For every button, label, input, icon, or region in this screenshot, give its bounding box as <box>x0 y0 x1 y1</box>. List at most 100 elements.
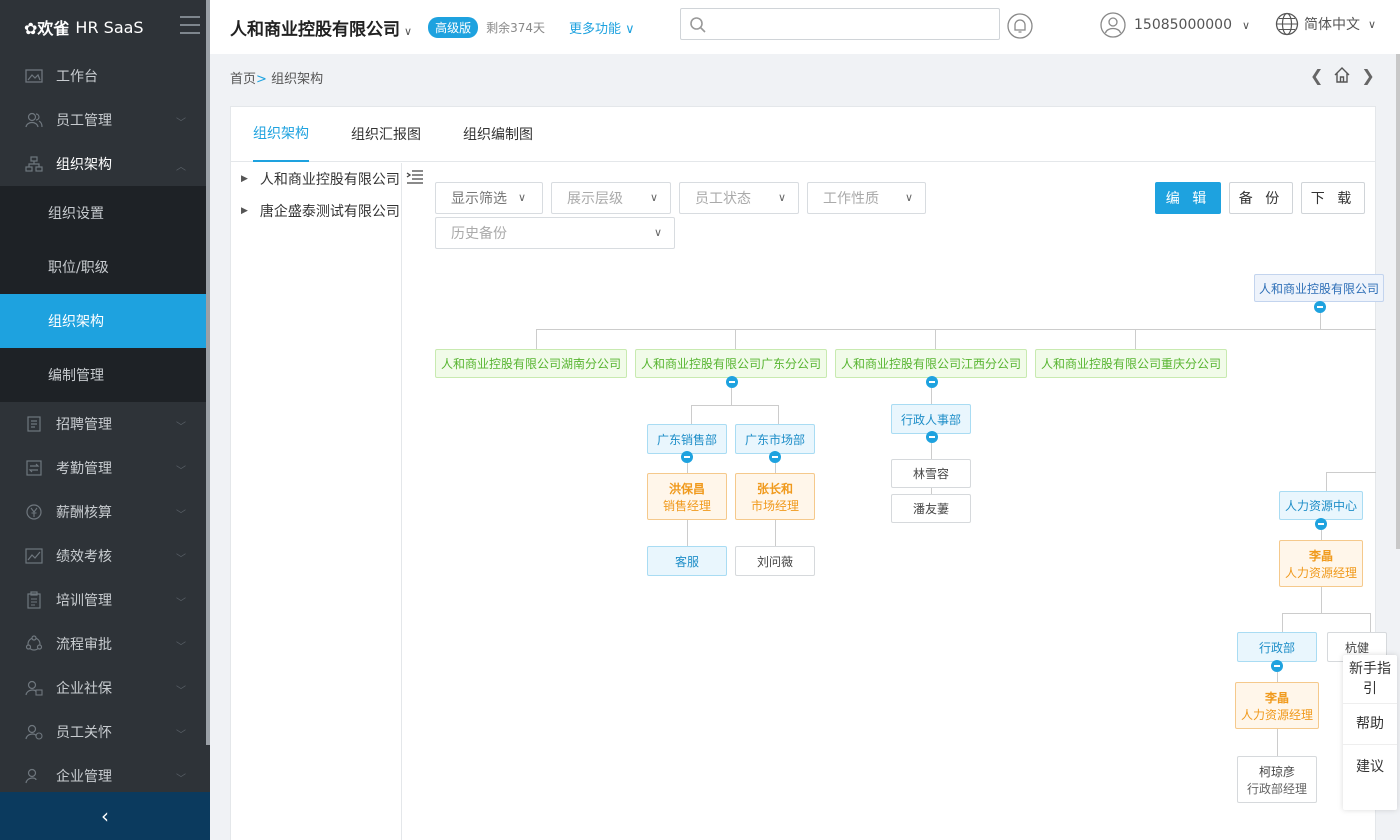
sidebar-item-attendance[interactable]: 考勤管理 ﹀ <box>0 446 206 490</box>
employee-status-select[interactable]: 员工状态 ∨ <box>679 182 799 214</box>
sidebar-subitem-staffing[interactable]: 编制管理 <box>0 348 206 402</box>
sidebar-item-label: 薪酬核算 <box>56 505 112 521</box>
help-button[interactable]: 帮助 <box>1343 704 1397 745</box>
caret-right-icon: ▶ <box>241 174 248 184</box>
search-input[interactable] <box>680 8 1000 40</box>
app-root: ✿欢雀 HR SaaS 工作台 员工管理 ﹀ 组织架构 ︿ 组织设置 职位/职级 <box>0 0 1400 840</box>
org-tree: ▶ 人和商业控股有限公司 ▶ 唐企盛泰测试有限公司 <box>231 163 402 840</box>
sidebar-item-org[interactable]: 组织架构 ︿ <box>0 142 206 186</box>
sidebar-item-label: 企业管理 <box>56 769 112 785</box>
org-node-manager[interactable]: 李晶 人力资源经理 <box>1235 682 1319 729</box>
sidebar-item-recruit[interactable]: 招聘管理 ﹀ <box>0 402 206 446</box>
beginner-guide-button[interactable]: 新手指引 <box>1343 655 1397 704</box>
sidebar-subitem-positions[interactable]: 职位/职级 <box>0 240 206 294</box>
collapse-node-icon[interactable] <box>926 431 938 443</box>
collapse-node-icon[interactable] <box>769 451 781 463</box>
sidebar-item-training[interactable]: 培训管理 ﹀ <box>0 578 206 622</box>
more-features-link[interactable]: 更多功能 ∨ <box>569 18 635 37</box>
sidebar-item-label: 绩效考核 <box>56 549 112 565</box>
chevron-right-icon[interactable]: ❯ <box>1361 66 1374 88</box>
backup-button[interactable]: 备 份 <box>1229 182 1293 214</box>
org-node-person[interactable]: 柯琼彦 行政部经理 <box>1237 756 1317 803</box>
sidebar-item-employee[interactable]: 员工管理 ﹀ <box>0 98 206 142</box>
content-scrollbar[interactable] <box>1396 54 1400 549</box>
person-name: 柯琼彦 <box>1258 764 1295 779</box>
sidebar-item-social[interactable]: 企业社保 ﹀ <box>0 666 206 710</box>
breadcrumb-home[interactable]: 首页 <box>230 72 256 87</box>
sidebar-subitem-org-structure[interactable]: 组织架构 <box>0 294 206 348</box>
chevron-left-icon[interactable]: ❮ <box>1310 66 1323 88</box>
display-level-select[interactable]: 展示层级 ∨ <box>551 182 671 214</box>
collapse-node-icon[interactable] <box>681 451 693 463</box>
sidebar-item-label: 组织架构 <box>56 157 112 173</box>
brand-logo[interactable]: ✿欢雀 HR SaaS <box>0 0 210 54</box>
sidebar-item-label: 员工关怀 <box>56 725 112 741</box>
history-backup-select[interactable]: 历史备份 ∨ <box>435 217 675 249</box>
chevron-down-icon: ﹀ <box>176 466 186 477</box>
download-button[interactable]: 下 载 <box>1301 182 1365 214</box>
indent-toggle-icon[interactable] <box>406 169 424 188</box>
tab-org-staffing[interactable]: 组织编制图 <box>463 107 533 162</box>
manager-name: 张长和 <box>756 481 793 496</box>
sidebar-item-workflow[interactable]: 流程审批 ﹀ <box>0 622 206 666</box>
sidebar-item-workbench[interactable]: 工作台 <box>0 54 206 98</box>
language-switcher[interactable]: 简体中文 ∨ <box>1275 12 1376 36</box>
sidebar-collapse-button[interactable]: ‹ <box>0 792 210 840</box>
org-node-person[interactable]: 潘友萋 <box>891 494 971 523</box>
workflow-icon <box>24 635 44 653</box>
org-node-dept[interactable]: 行政部 <box>1237 632 1317 662</box>
tab-org-report[interactable]: 组织汇报图 <box>351 107 421 162</box>
remaining-days: 剩余374天 <box>486 20 545 35</box>
user-menu[interactable]: 15085000000 ∨ <box>1100 12 1250 38</box>
org-submenu: 组织设置 职位/职级 组织架构 编制管理 <box>0 186 206 402</box>
sidebar-scrollbar[interactable] <box>206 0 210 745</box>
edit-button[interactable]: 编 辑 <box>1155 182 1221 214</box>
org-node-dept[interactable]: 行政人事部 <box>891 404 971 434</box>
manager-name: 洪保昌 <box>668 481 705 496</box>
collapse-node-icon[interactable] <box>1314 301 1326 313</box>
collapse-node-icon[interactable] <box>1315 518 1327 530</box>
chevron-down-icon: ∨ <box>653 226 662 239</box>
org-node-branch[interactable]: 人和商业控股有限公司江西分公司 <box>835 349 1027 378</box>
tree-node[interactable]: ▶ 人和商业控股有限公司 <box>231 163 401 195</box>
chevron-down-icon: ∨ <box>904 191 913 204</box>
sidebar-item-relation[interactable]: 员工关怀 ﹀ <box>0 710 206 754</box>
home-icon[interactable] <box>1333 66 1351 88</box>
org-node-branch[interactable]: 人和商业控股有限公司湖南分公司 <box>435 349 627 378</box>
org-node-branch[interactable]: 人和商业控股有限公司重庆分公司 <box>1035 349 1227 378</box>
org-node-branch[interactable]: 人和商业控股有限公司广东分公司 <box>635 349 827 378</box>
org-node-dept[interactable]: 广东市场部 <box>735 424 815 454</box>
org-node-manager[interactable]: 李晶 人力资源经理 <box>1279 540 1363 587</box>
caret-right-icon: ▶ <box>241 206 248 216</box>
menu-toggle-icon[interactable] <box>180 16 200 36</box>
chevron-down-icon: ﹀ <box>176 422 186 433</box>
collapse-node-icon[interactable] <box>926 376 938 388</box>
org-node-manager[interactable]: 洪保昌 销售经理 <box>647 473 727 520</box>
tab-org-structure[interactable]: 组织架构 <box>253 107 309 162</box>
tab-bar: 组织架构 组织汇报图 组织编制图 <box>231 107 1375 162</box>
top-header: 人和商业控股有限公司 ∨ 高级版 剩余374天 更多功能 ∨ 1508500000… <box>210 0 1400 54</box>
collapse-node-icon[interactable] <box>726 376 738 388</box>
sidebar: ✿欢雀 HR SaaS 工作台 员工管理 ﹀ 组织架构 ︿ 组织设置 职位/职级 <box>0 0 210 840</box>
tree-node[interactable]: ▶ 唐企盛泰测试有限公司 <box>231 195 401 227</box>
org-node-person[interactable]: 林雪容 <box>891 459 971 488</box>
sidebar-item-performance[interactable]: 绩效考核 ﹀ <box>0 534 206 578</box>
org-node-person[interactable]: 刘问薇 <box>735 546 815 576</box>
manager-title: 市场经理 <box>750 498 799 513</box>
sidebar-item-salary[interactable]: 薪酬核算 ﹀ <box>0 490 206 534</box>
company-switcher[interactable]: 人和商业控股有限公司 ∨ <box>230 15 412 40</box>
yen-icon <box>24 503 44 521</box>
suggestion-button[interactable]: 建议 <box>1343 745 1397 789</box>
sidebar-subitem-org-settings[interactable]: 组织设置 <box>0 186 206 240</box>
org-node-dept[interactable]: 广东销售部 <box>647 424 727 454</box>
org-node-dept[interactable]: 客服 <box>647 546 727 576</box>
user-phone: 15085000000 <box>1134 17 1232 33</box>
display-filter-select[interactable]: 显示筛选 ∨ <box>435 182 543 214</box>
org-node-manager[interactable]: 张长和 市场经理 <box>735 473 815 520</box>
collapse-node-icon[interactable] <box>1271 660 1283 672</box>
notification-bell-icon[interactable] <box>1006 12 1034 44</box>
work-nature-select[interactable]: 工作性质 ∨ <box>807 182 926 214</box>
select-label: 历史备份 <box>451 226 507 242</box>
org-node-root[interactable]: 人和商业控股有限公司 <box>1254 274 1384 302</box>
org-node-dept[interactable]: 人力资源中心 <box>1279 491 1363 520</box>
